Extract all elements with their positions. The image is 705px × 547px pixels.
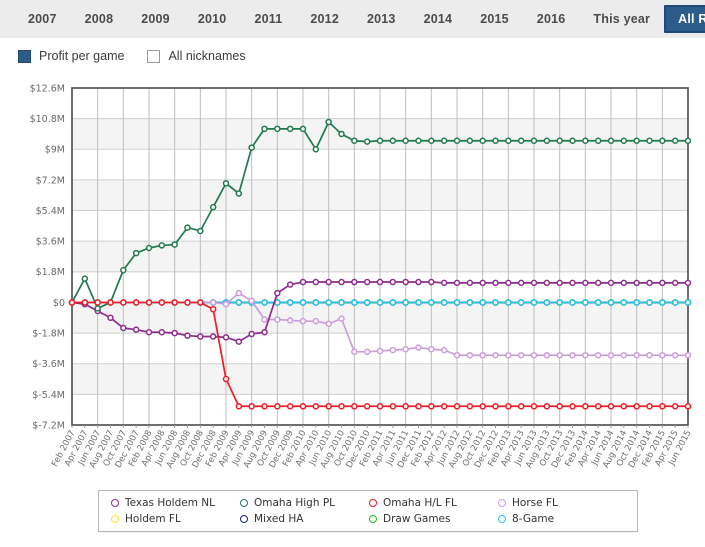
year-tab-2013[interactable]: 2013: [353, 6, 410, 32]
year-tab-list: 2007 2008 2009 2010 2011 2012 2013 2014 2015 2016…: [14, 0, 705, 38]
option-label: All nicknames: [168, 49, 246, 63]
legend-item-holdem-fl[interactable]: Holdem FL: [111, 513, 240, 525]
legend-row: Texas Holdem NL Omaha High PL Omaha H/L FL…: [111, 497, 627, 509]
y-axis-tick-label: $-3.6M: [32, 359, 65, 370]
option-profit-per-game[interactable]: Profit per game: [18, 49, 124, 63]
legend-label: Texas Holdem NL: [125, 497, 215, 509]
year-filter-toolbar: 2007 2008 2009 2010 2011 2012 2013 2014 2015 2016…: [0, 0, 705, 38]
legend-label: Mixed HA: [254, 513, 304, 525]
checkbox-icon[interactable]: [18, 49, 31, 63]
y-axis-tick-label: $9M: [45, 145, 65, 156]
chart-legend: Texas Holdem NL Omaha High PL Omaha H/L FL…: [98, 490, 638, 532]
profit-chart-card: $12.6M $10.8M $9M $7.2M $5.4M $3.6M $1.8M $0 $-1…: [0, 74, 705, 484]
legend-label: Holdem FL: [125, 513, 181, 525]
legend-marker-icon: [369, 499, 377, 507]
y-axis-tick-label: $0: [53, 298, 65, 309]
y-axis-tick-label: $10.8M: [30, 114, 65, 125]
legend-marker-icon: [498, 499, 506, 507]
year-tab-all-results[interactable]: All Results: [664, 5, 705, 33]
legend-item-omaha-h-l-fl[interactable]: Omaha H/L FL: [369, 497, 498, 509]
legend-item-draw-games[interactable]: Draw Games: [369, 513, 498, 525]
legend-label: Omaha H/L FL: [383, 497, 457, 509]
legend-item-omaha-high-pl[interactable]: Omaha High PL: [240, 497, 369, 509]
option-label: Profit per game: [39, 49, 125, 63]
year-tab-2008[interactable]: 2008: [71, 6, 128, 32]
profit-line-chart[interactable]: $12.6M $10.8M $9M $7.2M $5.4M $3.6M $1.8M $0 $-1…: [0, 74, 705, 484]
legend-item-texas-holdem-nl[interactable]: Texas Holdem NL: [111, 497, 240, 509]
year-tab-2011[interactable]: 2011: [240, 6, 296, 32]
y-axis-tick-label: $12.6M: [30, 83, 65, 94]
results-page: 2007 2008 2009 2010 2011 2012 2013 2014 2015 2016…: [0, 0, 705, 547]
chart-plot-area: $12.6M $10.8M $9M $7.2M $5.4M $3.6M $1.8M $0 $-1…: [0, 74, 705, 484]
legend-row: Holdem FL Mixed HA Draw Games 8-Game: [111, 513, 627, 525]
y-axis-tick-label: $3.6M: [36, 237, 65, 248]
legend-label: Horse FL: [512, 497, 558, 509]
y-axis-tick-label: $1.8M: [36, 267, 65, 278]
year-tab-2014[interactable]: 2014: [410, 6, 467, 32]
year-tab-this-year[interactable]: This year: [579, 6, 664, 32]
legend-marker-icon: [111, 515, 119, 523]
legend-marker-icon: [498, 515, 506, 523]
legend-item-mixed-ha[interactable]: Mixed HA: [240, 513, 369, 525]
legend-marker-icon: [240, 515, 248, 523]
y-axis-tick-label: $7.2M: [36, 175, 65, 186]
y-axis-tick-label: $-7.2M: [32, 420, 65, 431]
legend-item-8-game[interactable]: 8-Game: [498, 513, 627, 525]
year-tab-2010[interactable]: 2010: [184, 6, 241, 32]
legend-item-horse-fl[interactable]: Horse FL: [498, 497, 627, 509]
y-axis-tick-label: $-1.8M: [32, 328, 65, 339]
y-axis-tick-label: $-5.4M: [32, 390, 65, 401]
year-tab-2015[interactable]: 2015: [466, 6, 523, 32]
legend-label: Draw Games: [383, 513, 451, 525]
legend-marker-icon: [240, 499, 248, 507]
y-axis-tick-label: $5.4M: [36, 206, 65, 217]
chart-options-row: Profit per game All nicknames: [18, 44, 246, 68]
year-tab-2012[interactable]: 2012: [296, 6, 353, 32]
legend-marker-icon: [369, 515, 377, 523]
legend-label: Omaha High PL: [254, 497, 336, 509]
year-tab-2007[interactable]: 2007: [14, 6, 71, 32]
checkbox-icon[interactable]: [147, 49, 161, 63]
year-tab-2009[interactable]: 2009: [127, 6, 184, 32]
legend-label: 8-Game: [512, 513, 555, 525]
year-tab-2016[interactable]: 2016: [523, 6, 580, 32]
legend-marker-icon: [111, 499, 119, 507]
option-all-nicknames[interactable]: All nicknames: [147, 49, 246, 63]
